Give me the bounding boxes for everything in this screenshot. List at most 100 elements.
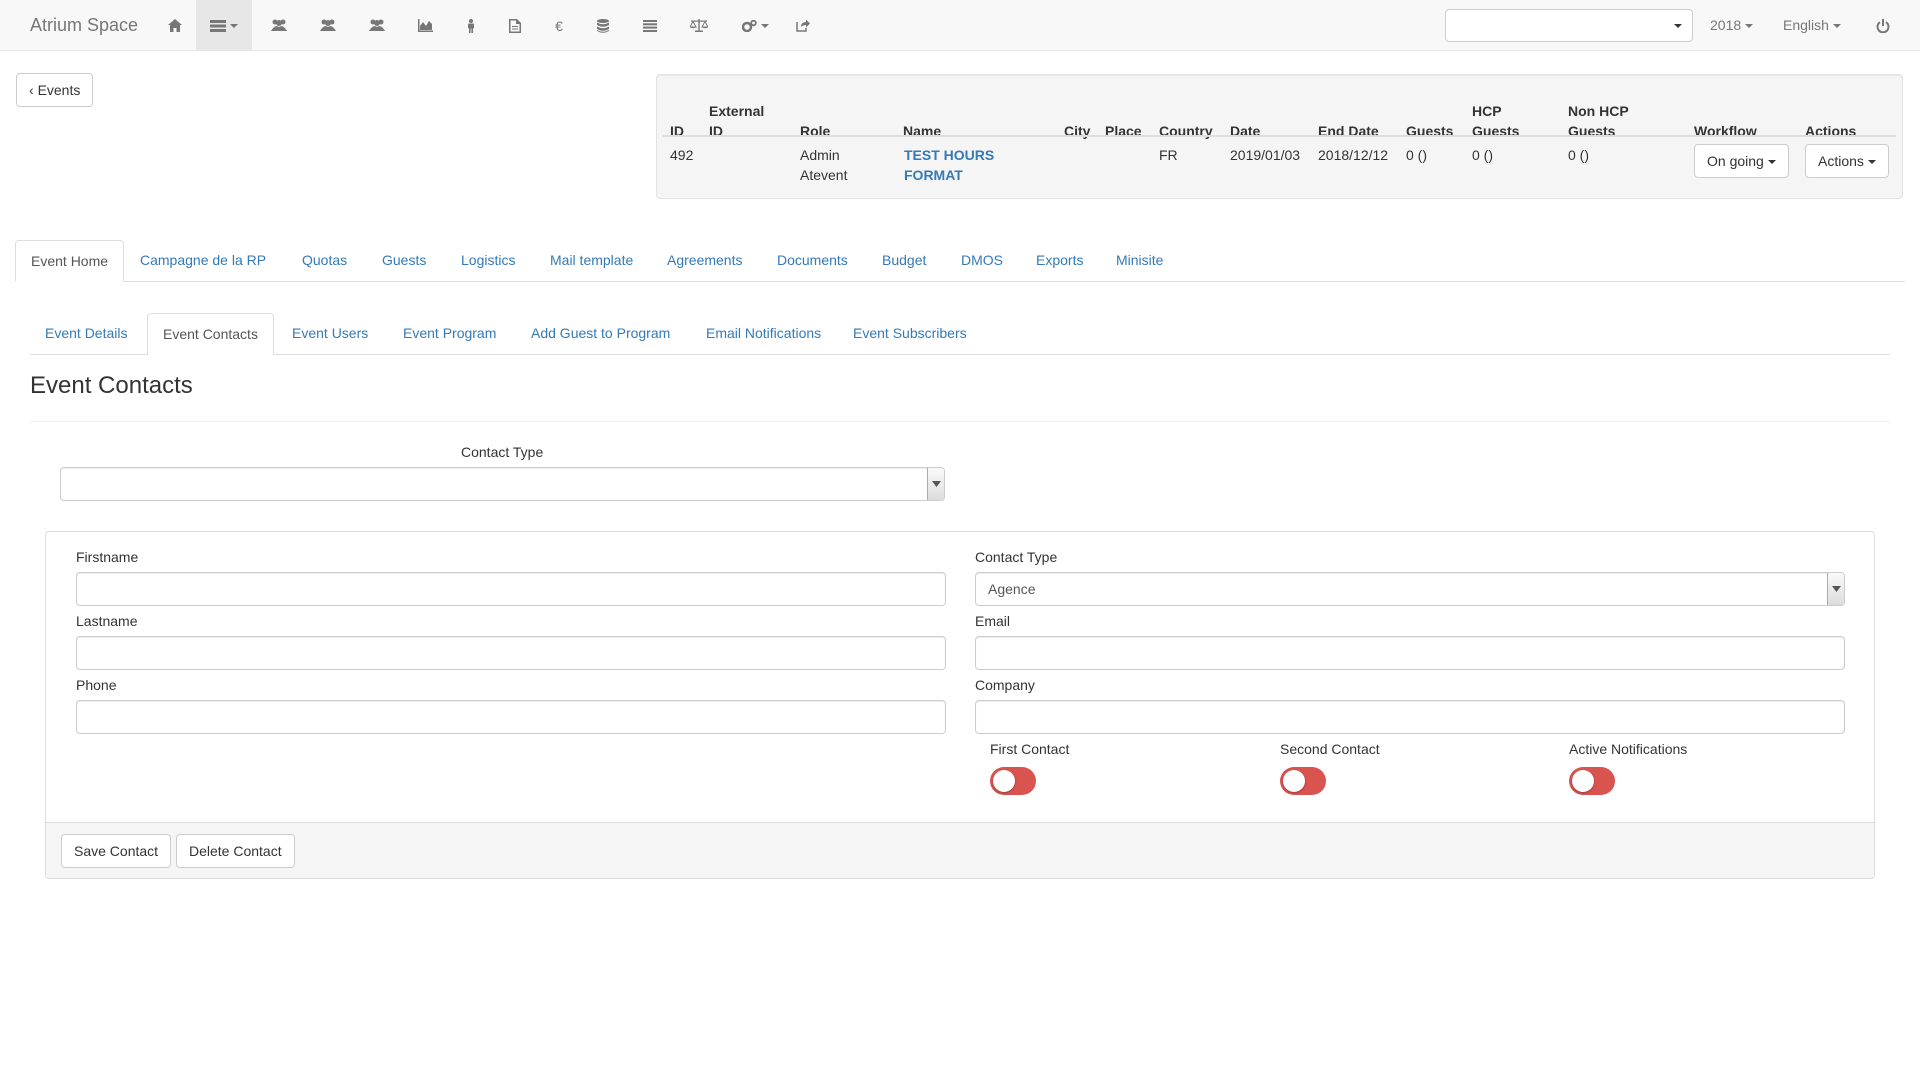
person-icon[interactable]: [448, 0, 494, 51]
chevron-down-icon: [1767, 160, 1776, 165]
power-off-icon[interactable]: [1860, 0, 1906, 51]
tab-event-home[interactable]: Event Home: [15, 240, 125, 282]
contact-type-value: Agence: [988, 581, 1036, 597]
tab-agreements[interactable]: Agreements: [652, 240, 757, 282]
chevron-down-icon: [1832, 24, 1841, 29]
cell-role: Admin Atevent: [800, 147, 848, 183]
event-search-select[interactable]: [1445, 9, 1693, 42]
chevron-down-icon: [1827, 573, 1844, 605]
chevron-left-icon: ‹: [29, 82, 34, 98]
col-header-hcp-guests: HCP Guests: [1472, 103, 1520, 139]
brand[interactable]: Atrium Space: [30, 15, 138, 36]
chevron-down-icon: [927, 468, 944, 500]
workflow-dropdown[interactable]: On going: [1694, 144, 1789, 178]
col-header-country: Country: [1159, 123, 1213, 139]
toggle-knob: [993, 770, 1015, 792]
delete-contact-button[interactable]: Delete Contact: [176, 834, 295, 868]
event-summary-table: ID External ID Role Name City Place Count…: [656, 74, 1903, 199]
list-menu-icon[interactable]: [196, 0, 252, 51]
tab-minisite[interactable]: Minisite: [1101, 240, 1178, 282]
company-field[interactable]: [975, 700, 1845, 734]
document-icon[interactable]: [492, 0, 538, 51]
users-icon[interactable]: [256, 0, 302, 51]
lastname-field[interactable]: [76, 636, 946, 670]
tab-dmos[interactable]: DMOS: [946, 240, 1018, 282]
chevron-down-icon: [1674, 24, 1682, 28]
col-header-non-hcp-guests: Non HCP Guests: [1568, 103, 1629, 139]
email-label: Email: [975, 613, 1011, 629]
list-icon[interactable]: [627, 0, 673, 51]
second-contact-label: Second Contact: [1280, 741, 1380, 757]
tab-guests[interactable]: Guests: [367, 240, 441, 282]
toggle-knob: [1572, 770, 1594, 792]
share-icon[interactable]: [780, 0, 826, 51]
tab-logistics[interactable]: Logistics: [446, 240, 530, 282]
tab-add-guest-to-program[interactable]: Add Guest to Program: [516, 313, 685, 355]
chart-icon[interactable]: [402, 0, 448, 51]
database-icon[interactable]: [580, 0, 626, 51]
col-header-actions: Actions: [1805, 123, 1857, 139]
event-name-link[interactable]: TEST HOURS FORMAT: [904, 145, 994, 185]
col-header-guests: Guests: [1406, 123, 1454, 139]
firstname-label: Firstname: [76, 549, 139, 565]
phone-field[interactable]: [76, 700, 946, 734]
tab-event-users[interactable]: Event Users: [277, 313, 383, 355]
lastname-label: Lastname: [76, 613, 138, 629]
phone-label: Phone: [76, 677, 117, 693]
cell-date: 2019/01/03: [1230, 147, 1301, 163]
cogs-icon[interactable]: [728, 0, 782, 51]
cell-non-hcp-guests: 0 (): [1568, 147, 1589, 163]
chevron-down-icon: [1867, 160, 1876, 165]
users-icon[interactable]: [305, 0, 351, 51]
filter-contact-type-label: Contact Type: [461, 444, 544, 460]
title-divider: [30, 421, 1890, 422]
col-header-name: Name: [903, 123, 942, 139]
users-icon[interactable]: [354, 0, 400, 51]
cell-country: FR: [1159, 147, 1178, 163]
cell-id: 492: [670, 147, 694, 163]
tab-event-program[interactable]: Event Program: [388, 313, 511, 355]
year-dropdown[interactable]: 2018: [1710, 17, 1754, 33]
cell-hcp-guests: 0 (): [1472, 147, 1493, 163]
active-notifications-label: Active Notifications: [1569, 741, 1688, 757]
year-label: 2018: [1710, 17, 1742, 33]
panel-footer: Save Contact Delete Contact: [46, 822, 1874, 878]
balance-scale-icon[interactable]: [676, 0, 722, 51]
tab-budget[interactable]: Budget: [867, 240, 941, 282]
tab-quotas[interactable]: Quotas: [287, 240, 362, 282]
col-header-end-date: End Date: [1318, 123, 1379, 139]
home-icon[interactable]: [152, 0, 198, 51]
second-contact-toggle[interactable]: [1280, 767, 1326, 795]
col-header-role: Role: [800, 123, 831, 139]
active-notifications-toggle[interactable]: [1569, 767, 1615, 795]
tab-campagne-de-la-rp[interactable]: Campagne de la RP: [125, 240, 281, 282]
firstname-field[interactable]: [76, 572, 946, 606]
workflow-label: On going: [1707, 153, 1764, 169]
filter-contact-type-select[interactable]: [60, 467, 945, 501]
tab-email-notifications[interactable]: Email Notifications: [691, 313, 836, 355]
tab-event-subscribers[interactable]: Event Subscribers: [838, 313, 982, 355]
language-dropdown[interactable]: English: [1783, 17, 1841, 33]
euro-icon[interactable]: €: [536, 0, 582, 51]
back-to-events-button[interactable]: ‹ Events: [16, 73, 94, 107]
tab-event-details[interactable]: Event Details: [30, 313, 142, 355]
col-header-workflow: Workflow: [1694, 123, 1757, 139]
tab-event-contacts[interactable]: Event Contacts: [147, 313, 274, 355]
first-contact-toggle[interactable]: [990, 767, 1036, 795]
col-header-external-id: External ID: [709, 103, 765, 139]
cell-end-date: 2018/12/12: [1318, 147, 1389, 163]
actions-dropdown[interactable]: Actions: [1805, 144, 1889, 178]
actions-label: Actions: [1818, 153, 1864, 169]
language-label: English: [1783, 17, 1829, 33]
tab-mail-template[interactable]: Mail template: [535, 240, 648, 282]
cell-guests: 0 (): [1406, 147, 1427, 163]
email-field[interactable]: [975, 636, 1845, 670]
contact-type-select[interactable]: Agence: [975, 572, 1845, 606]
save-contact-button[interactable]: Save Contact: [61, 834, 172, 868]
col-header-city: City: [1064, 123, 1091, 139]
first-contact-label: First Contact: [990, 741, 1070, 757]
tab-documents[interactable]: Documents: [762, 240, 863, 282]
contact-form-panel: Firstname Lastname Phone Contact Type Ag…: [45, 531, 1875, 879]
tab-exports[interactable]: Exports: [1021, 240, 1098, 282]
col-header-id: ID: [670, 123, 684, 139]
